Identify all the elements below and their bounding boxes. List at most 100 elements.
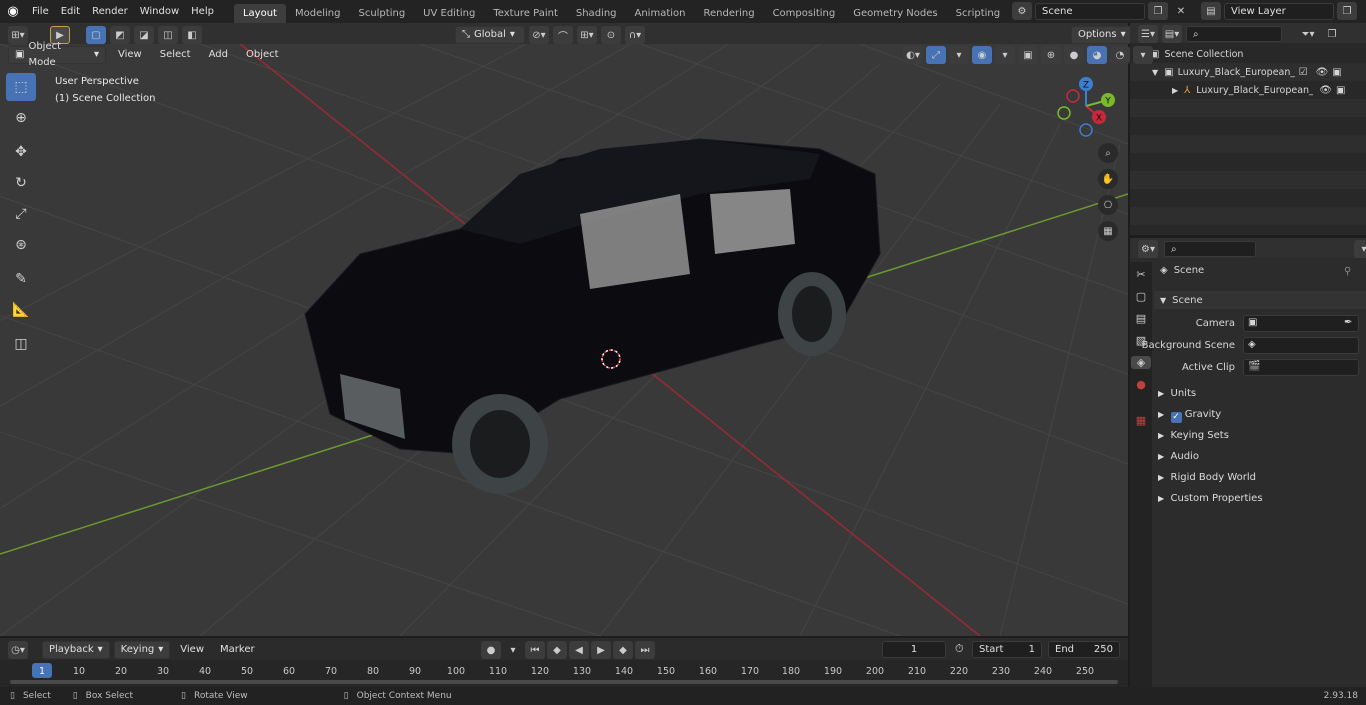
camera-field[interactable] <box>1243 315 1359 332</box>
camera-icon[interactable]: ▣ <box>1332 67 1341 78</box>
eye-icon[interactable]: 👁 <box>1316 67 1329 78</box>
delete-view-layer-icon[interactable]: ✕ <box>1360 2 1366 20</box>
blender-logo-icon[interactable]: ◉ <box>0 4 26 19</box>
viewport-menu-object[interactable]: Object <box>240 47 285 63</box>
tab-compositing[interactable]: Compositing <box>764 4 845 23</box>
properties-editor-type-icon[interactable]: ⚙▾ <box>1138 240 1158 258</box>
delete-scene-icon[interactable]: ✕ <box>1171 2 1191 20</box>
add-cube-tool-icon[interactable]: ◫ <box>6 330 36 358</box>
select-box-tool-icon[interactable]: ⬚ <box>6 73 36 101</box>
properties-search-input[interactable]: ⌕ <box>1164 241 1256 257</box>
viewport-menu-view[interactable]: View <box>112 47 148 63</box>
play-reverse-icon[interactable]: ◀ <box>569 641 589 659</box>
outliner-row-scene-collection[interactable]: ▣ Scene Collection <box>1130 45 1366 63</box>
object-mode-dropdown[interactable]: ▣ Object Mode ▾ <box>8 41 106 68</box>
navigation-gizmo[interactable]: X Y Z <box>1057 77 1115 137</box>
panel-gravity[interactable]: ▶ ✓ Gravity <box>1158 409 1221 423</box>
eye-icon[interactable]: 👁 <box>1319 85 1332 96</box>
pan-hand-icon[interactable]: ✋ <box>1098 169 1118 189</box>
snap-target-icon[interactable]: ⊞▾ <box>577 26 597 44</box>
pin-icon[interactable]: ⚲ <box>1344 266 1351 277</box>
viewport-menu-select[interactable]: Select <box>154 47 197 63</box>
falloff-icon[interactable]: ∩▾ <box>625 26 645 44</box>
camera-icon[interactable]: ▣ <box>1336 85 1345 96</box>
timeline-menu-view[interactable]: View <box>174 642 210 658</box>
output-tab-icon[interactable]: ▤ <box>1136 312 1146 325</box>
view-layer-field[interactable]: View Layer <box>1224 2 1334 20</box>
properties-options-icon[interactable]: ▾ <box>1354 240 1366 258</box>
solid-shading-icon[interactable]: ● <box>1064 46 1084 64</box>
material-shading-icon[interactable]: ◕ <box>1087 46 1107 64</box>
texture-tab-icon[interactable]: ▦ <box>1136 414 1146 427</box>
scene-tab-icon[interactable]: ◈ <box>1131 356 1151 369</box>
background-scene-field[interactable] <box>1243 337 1359 354</box>
select-subtract-icon[interactable]: ◪ <box>134 26 154 44</box>
prev-keyframe-icon[interactable]: ◆ <box>547 641 567 659</box>
panel-custom-properties[interactable]: ▶ Custom Properties <box>1158 493 1263 504</box>
move-tool-icon[interactable]: ✥ <box>6 138 36 166</box>
expand-arrow-icon[interactable]: ▼ <box>1152 68 1158 77</box>
visibility-icon[interactable]: ◐▾ <box>903 46 923 64</box>
tab-animation[interactable]: Animation <box>626 4 695 23</box>
auto-keying-icon[interactable]: ● <box>481 641 501 659</box>
tab-rendering[interactable]: Rendering <box>694 4 763 23</box>
gravity-checkbox[interactable]: ✓ <box>1170 412 1182 423</box>
menu-window[interactable]: Window <box>134 0 185 23</box>
cursor-tool-icon[interactable]: ⊕ <box>6 104 36 132</box>
select-extend-icon[interactable]: ◩ <box>110 26 130 44</box>
outliner-editor-type-icon[interactable]: ☰▾ <box>1138 25 1158 43</box>
menu-render[interactable]: Render <box>86 0 134 23</box>
perspective-toggle-icon[interactable]: ▦ <box>1098 221 1118 241</box>
measure-tool-icon[interactable]: 📐 <box>6 296 36 324</box>
select-intersect-icon[interactable]: ◧ <box>182 26 202 44</box>
xray-icon[interactable]: ▣ <box>1018 46 1038 64</box>
outliner-row-object[interactable]: ▶ ⅄ Luxury_Black_European_ 👁 ▣ <box>1130 81 1366 99</box>
annotate-tool-icon[interactable]: ✎ <box>6 265 36 293</box>
outliner-search-input[interactable]: ⌕ <box>1186 26 1282 42</box>
tab-scripting[interactable]: Scripting <box>947 4 1009 23</box>
outliner-row-collection[interactable]: ▼ ▣ Luxury_Black_European_Cros ☑ 👁 ▣ <box>1130 63 1366 81</box>
panel-audio[interactable]: ▶ Audio <box>1158 451 1199 462</box>
transform-orientation-dropdown[interactable]: ⤡ Global ▾ <box>455 26 525 44</box>
3d-viewport[interactable]: X Y Z <box>0 44 1128 636</box>
select-invert-icon[interactable]: ◫ <box>158 26 178 44</box>
menu-help[interactable]: Help <box>185 0 220 23</box>
zoom-icon[interactable]: ⌕ <box>1098 143 1118 163</box>
stopwatch-icon[interactable]: ⏱ <box>955 642 964 656</box>
new-collection-icon[interactable]: ❐ <box>1322 25 1342 43</box>
play-icon[interactable]: ▶ <box>591 641 611 659</box>
menu-edit[interactable]: Edit <box>55 0 86 23</box>
timeline-menu-marker[interactable]: Marker <box>214 642 261 658</box>
tab-uv-editing[interactable]: UV Editing <box>414 4 484 23</box>
menu-file[interactable]: File <box>26 0 55 23</box>
rotate-tool-icon[interactable]: ↻ <box>6 169 36 197</box>
eyedropper-icon[interactable]: ✒ <box>1344 317 1352 328</box>
options-dropdown[interactable]: Options ▾ <box>1071 26 1133 44</box>
exclude-checkbox-icon[interactable]: ☑ <box>1299 67 1308 78</box>
tool-tab-icon[interactable]: ✂ <box>1136 268 1145 281</box>
view-layer-browse-icon[interactable]: ▤ <box>1201 2 1221 20</box>
panel-rigid-body-world[interactable]: ▶ Rigid Body World <box>1158 472 1256 483</box>
current-frame-field[interactable]: 1 <box>882 641 946 658</box>
panel-units[interactable]: ▶ Units <box>1158 388 1196 399</box>
overlay-toggle-icon[interactable]: ◉ <box>972 46 992 64</box>
playback-dropdown[interactable]: Playback ▾ <box>42 641 110 659</box>
scale-tool-icon[interactable]: ⤢ <box>6 200 36 228</box>
keying-dropdown[interactable]: Keying ▾ <box>113 641 171 659</box>
end-frame-field[interactable]: End 250 <box>1048 641 1120 658</box>
rendered-shading-icon[interactable]: ◔ <box>1110 46 1130 64</box>
world-tab-icon[interactable]: ● <box>1136 378 1146 391</box>
scene-name-field[interactable]: Scene <box>1035 2 1145 20</box>
filter-icon[interactable]: ⏷▾ <box>1298 25 1318 43</box>
copy-view-layer-icon[interactable]: ❐ <box>1337 2 1357 20</box>
copy-scene-icon[interactable]: ❐ <box>1148 2 1168 20</box>
wireframe-shading-icon[interactable]: ⊕ <box>1041 46 1061 64</box>
timeline-editor-type-icon[interactable]: ◷▾ <box>8 641 28 659</box>
gizmo-toggle-icon[interactable]: ⤢ <box>926 46 946 64</box>
render-tab-icon[interactable]: ▢ <box>1136 290 1146 303</box>
jump-start-icon[interactable]: ⏮ <box>525 641 545 659</box>
editor-type-icon[interactable]: ⊞▾ <box>8 26 28 44</box>
car-model[interactable] <box>304 138 881 494</box>
gizmo-dropdown-icon[interactable]: ▾ <box>949 46 969 64</box>
proportional-edit-icon[interactable]: ⊙ <box>601 26 621 44</box>
